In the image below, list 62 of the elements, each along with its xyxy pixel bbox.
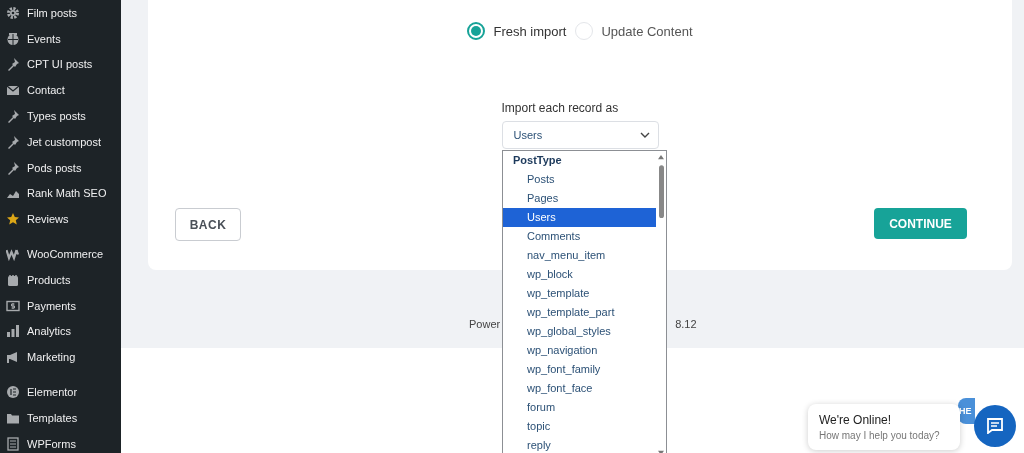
bag-icon [6, 272, 20, 287]
option-group-label: PostType [512, 153, 563, 168]
dropdown-option[interactable]: forum [503, 398, 656, 417]
dollar-box-icon [6, 298, 20, 313]
radio-button[interactable] [467, 22, 486, 40]
radio-label: Update Content [601, 23, 693, 39]
dropdown-option[interactable]: Posts [503, 170, 656, 189]
pin-icon [6, 57, 20, 72]
dropdown-option[interactable]: Users [503, 208, 656, 227]
pin-icon [6, 109, 20, 124]
chat-icon [986, 418, 1004, 434]
star-icon [6, 212, 20, 227]
sidebar-item[interactable]: Elementor [0, 379, 121, 405]
sidebar-item[interactable]: Reviews [0, 206, 121, 233]
zigzag-icon [6, 247, 20, 262]
dropdown-option[interactable]: wp_block [503, 265, 656, 284]
e-circle-icon [6, 385, 20, 400]
chat-button[interactable] [974, 405, 1016, 447]
radio-label: Fresh import [493, 23, 567, 39]
dropdown-option[interactable]: wp_font_family [503, 360, 656, 379]
pin-icon [6, 160, 20, 175]
gear-icon [6, 5, 20, 20]
dropdown-option[interactable]: nav_menu_item [503, 246, 656, 265]
sidebar-item[interactable]: Events [0, 25, 121, 52]
sidebar-item[interactable]: WooCommerce [0, 241, 121, 267]
chevron-down-icon [639, 132, 650, 138]
back-button[interactable]: BACK [175, 208, 241, 241]
record-type-select[interactable]: Users [501, 121, 659, 149]
sidebar-item[interactable]: Types posts [0, 103, 121, 129]
sidebar-item[interactable]: Rank Math SEO [0, 180, 121, 207]
dropdown-option[interactable]: wp_global_styles [503, 322, 656, 341]
sidebar-item[interactable]: Analytics [0, 318, 121, 345]
dropdown-option[interactable]: reply [503, 436, 656, 453]
pin-icon [6, 134, 20, 149]
sidebar-item[interactable]: Templates [0, 404, 121, 431]
field-label: Import each record as [501, 101, 620, 115]
sidebar-item[interactable]: Film posts [0, 0, 121, 26]
dropdown-option[interactable]: Comments [503, 227, 656, 246]
globe-icon [6, 31, 20, 46]
chat-bubble[interactable]: We're Online! How may I help you today? [808, 404, 960, 450]
sidebar-item[interactable]: Jet custompost [0, 129, 121, 155]
dropdown-option[interactable]: wp_template [503, 284, 656, 303]
sidebar-item[interactable]: Pods posts [0, 154, 121, 181]
form-icon [6, 436, 20, 451]
footer-text: Power [469, 318, 501, 330]
sidebar-item[interactable]: Products [0, 266, 121, 293]
sidebar-item[interactable]: Payments [0, 292, 121, 319]
dropdown-option[interactable]: wp_navigation [503, 341, 656, 360]
dropdown-option[interactable]: wp_template_part [503, 303, 656, 322]
chat-subtitle: How may I help you today? [819, 430, 941, 441]
megaphone-icon [6, 350, 20, 365]
sidebar-item[interactable]: WPForms [0, 430, 121, 453]
chat-title: We're Online! [819, 413, 893, 427]
envelope-icon [6, 83, 20, 98]
version-text: 8.12 [675, 318, 697, 330]
sidebar-item[interactable]: Contact [0, 77, 121, 104]
sidebar-item[interactable]: Marketing [0, 344, 121, 371]
sidebar-item[interactable]: CPT UI posts [0, 51, 121, 78]
dropdown-option[interactable]: wp_font_face [503, 379, 656, 398]
bar-chart-icon [6, 324, 20, 339]
dropdown-option[interactable]: topic [503, 417, 656, 436]
dropdown-option[interactable]: Pages [503, 189, 656, 208]
